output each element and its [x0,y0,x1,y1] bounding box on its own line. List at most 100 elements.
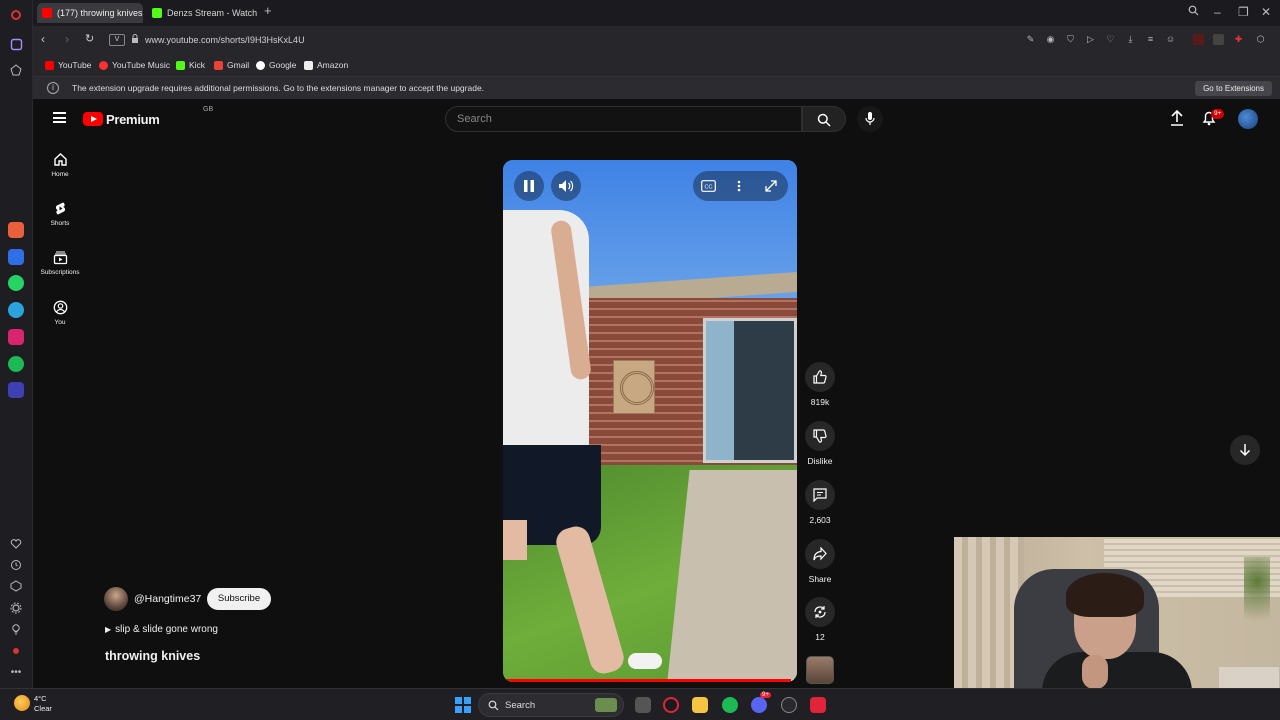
opera-menu-icon[interactable] [8,7,24,23]
extensions-puzzle-icon[interactable]: ⬡ [1255,34,1266,45]
aria-icon[interactable] [8,222,24,238]
share-button[interactable]: Share [802,539,838,584]
new-tab-icon[interactable]: + [264,3,272,18]
vpn-badge[interactable]: V [109,34,125,46]
person-shoe [628,653,662,669]
search-input[interactable]: Search [445,106,802,132]
close-window-icon[interactable]: ✕ [1261,5,1271,19]
search-icon [488,700,499,711]
play-icon[interactable]: ▷ [1085,34,1096,45]
arrow-down-icon [1239,444,1251,457]
settings-icon[interactable] [8,600,24,616]
comments-button[interactable]: 2,603 [802,480,838,525]
telegram-icon[interactable] [8,302,24,318]
subscribe-button[interactable]: Subscribe [207,588,271,610]
more-icon[interactable]: ••• [8,664,24,680]
avatar[interactable] [1238,109,1258,129]
opera-icon[interactable] [810,697,826,713]
download-icon[interactable]: ⤓ [1125,34,1136,45]
more-options-icon[interactable] [737,180,741,192]
tab-youtube[interactable]: (177) throwing knives [37,3,143,23]
remix-circle [805,597,835,627]
dislike-button[interactable]: Dislike [802,421,838,466]
share-label: Share [808,574,832,584]
closed-captions-icon[interactable]: CC [701,180,716,192]
history-icon[interactable] [8,557,24,573]
pause-button[interactable] [514,171,544,201]
edit-icon[interactable]: ✎ [1025,34,1036,45]
volume-button[interactable] [551,171,581,201]
weather-widget[interactable]: 4°C Clear [34,694,52,714]
go-to-extensions-button[interactable]: Go to Extensions [1195,81,1272,96]
weather-moon-icon[interactable] [14,695,30,711]
extension-red-icon[interactable] [1193,34,1204,45]
extension-dark-icon[interactable] [1213,34,1224,45]
minimize-icon[interactable]: – [1214,5,1221,19]
shorts-video-player[interactable]: CC [503,160,797,682]
menu-icon[interactable] [53,112,66,123]
opera-gx-icon[interactable] [663,697,679,713]
reload-icon[interactable]: ↻ [85,32,94,45]
screen: ••• (177) throwing knives Denzs Stream -… [0,0,1280,720]
discord-icon[interactable] [751,697,767,713]
nav-item-you[interactable]: You [33,300,87,326]
search-icon [817,113,831,127]
extension-red2-icon[interactable]: ✚ [1233,34,1244,45]
voice-search-button[interactable] [857,106,883,132]
streamer-hair [1066,573,1144,617]
playlist-link[interactable]: ▶ slip & slide gone wrong [105,624,218,635]
lightbulb-icon[interactable] [8,621,24,637]
audio-source-thumbnail[interactable] [806,656,834,684]
home-icon[interactable] [8,36,24,52]
pinned-icon[interactable] [8,62,24,78]
player-icon[interactable] [8,382,24,398]
taskbar-search[interactable]: Search [478,693,624,717]
bookmark-youtube[interactable]: YouTube [45,60,91,70]
back-icon[interactable]: ‹ [41,32,45,46]
spotify-taskbar-icon[interactable] [722,697,738,713]
remix-button[interactable]: 12 [802,597,838,642]
account-icon[interactable]: ☺ [1165,34,1176,45]
upload-icon[interactable] [1170,110,1184,126]
restore-icon[interactable]: ❐ [1238,5,1249,19]
youtube-premium-logo[interactable]: Premium GB [83,106,213,127]
windows-start-icon[interactable] [455,697,471,713]
search-tabs-icon[interactable] [1188,5,1199,19]
nav-item-shorts[interactable]: Shorts [33,201,87,227]
steam-icon[interactable] [781,697,797,713]
kick-icon [176,61,185,70]
bookmark-kick[interactable]: Kick [176,60,205,70]
url-field[interactable]: www.youtube.com/shorts/I9H3HsKxL4U [145,35,305,45]
whatsapp-icon[interactable] [8,275,24,291]
like-button[interactable]: 819k [802,362,838,407]
fullscreen-icon[interactable] [765,180,777,192]
forward-icon[interactable]: › [65,32,69,46]
file-explorer-icon[interactable] [692,697,708,713]
spotify-icon[interactable] [8,356,24,372]
bookmark-gmail[interactable]: Gmail [214,60,249,70]
channel-avatar[interactable] [104,587,128,611]
heart-outline-icon[interactable]: ♡ [1105,34,1116,45]
bookmark-youtube-music[interactable]: YouTube Music [99,60,170,70]
heart-icon[interactable] [8,536,24,552]
search-button[interactable] [802,106,846,132]
snapshot-icon[interactable]: ◉ [1045,34,1056,45]
shield-icon[interactable]: ⛉ [1065,34,1076,45]
task-view-icon[interactable] [635,697,651,713]
nav-item-home[interactable]: Home [33,152,87,178]
next-short-button[interactable] [1230,435,1260,465]
messenger-icon[interactable] [8,249,24,265]
tab-kick[interactable]: Denzs Stream - Watch Live [147,3,259,23]
channel-handle[interactable]: @Hangtime37 [134,593,201,605]
bookmark-amazon[interactable]: Amazon [304,60,348,70]
opera-sidebar: ••• [0,0,33,720]
extensions-icon[interactable] [8,578,24,594]
progress-bar[interactable] [503,679,797,682]
bookmark-label: Google [269,60,297,70]
instagram-icon[interactable] [8,329,24,345]
tab-title: Denzs Stream - Watch Live [167,8,259,18]
bookmark-google[interactable]: Google [256,60,296,70]
menu-lines-icon[interactable]: ≡ [1145,34,1156,45]
lock-icon[interactable] [129,34,140,45]
nav-item-subscriptions[interactable]: Subscriptions [33,250,87,276]
